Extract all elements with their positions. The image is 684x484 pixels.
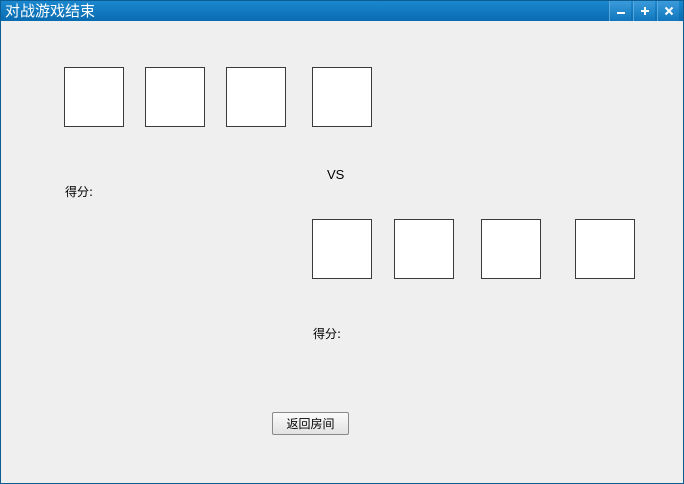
player1-score-label: 得分: bbox=[65, 185, 94, 199]
game-over-window: 对战游戏结束 得分: VS 得分: 返回房间 bbox=[0, 0, 684, 484]
player1-card-2 bbox=[145, 67, 205, 127]
player1-card-4 bbox=[312, 67, 372, 127]
title-bar[interactable]: 对战游戏结束 bbox=[1, 1, 683, 21]
player2-card-1 bbox=[312, 219, 372, 279]
close-button[interactable] bbox=[657, 1, 679, 21]
player1-card-3 bbox=[226, 67, 286, 127]
maximize-icon bbox=[640, 7, 649, 15]
return-to-room-button[interactable]: 返回房间 bbox=[272, 412, 349, 435]
player1-card-1 bbox=[64, 67, 124, 127]
player2-card-2 bbox=[394, 219, 454, 279]
player2-card-3 bbox=[481, 219, 541, 279]
window-title: 对战游戏结束 bbox=[5, 2, 96, 20]
player2-card-4 bbox=[575, 219, 635, 279]
maximize-button[interactable] bbox=[633, 1, 655, 21]
minimize-button[interactable] bbox=[609, 1, 631, 21]
player2-score-label: 得分: bbox=[313, 327, 342, 341]
versus-label: VS bbox=[327, 167, 345, 182]
minimize-icon bbox=[616, 12, 625, 14]
close-icon bbox=[664, 6, 673, 16]
